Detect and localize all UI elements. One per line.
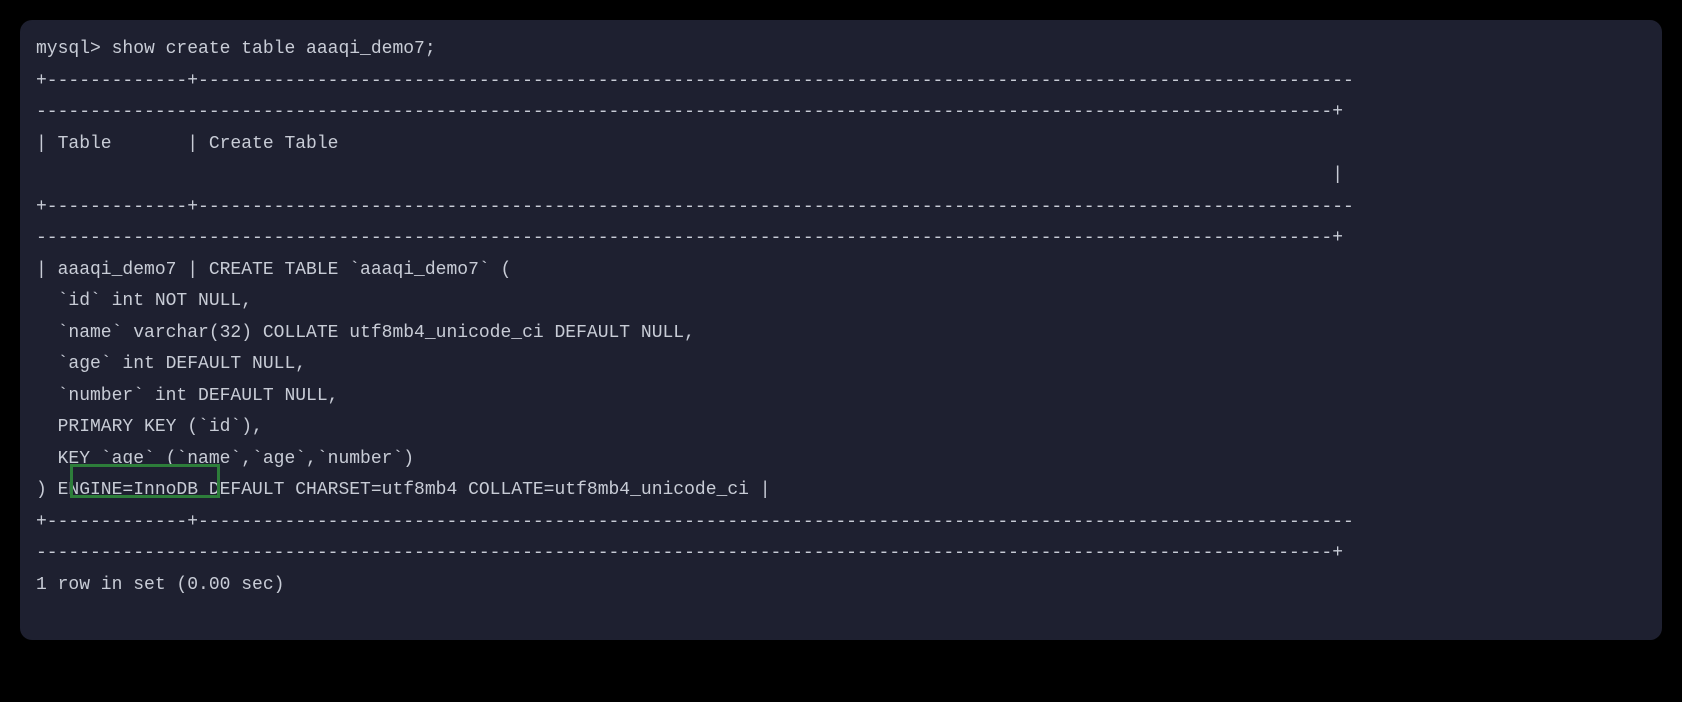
terminal-line: `name` varchar(32) COLLATE utf8mb4_unico… — [36, 318, 1646, 350]
terminal-line: ----------------------------------------… — [36, 97, 1646, 129]
terminal-line: PRIMARY KEY (`id`), — [36, 412, 1646, 444]
terminal-line: | Table | Create Table — [36, 129, 1646, 161]
terminal-line: ) ENGINE=InnoDB DEFAULT CHARSET=utf8mb4 … — [36, 475, 1646, 507]
terminal-line: mysql> show create table aaaqi_demo7; — [36, 34, 1646, 66]
terminal-line: 1 row in set (0.00 sec) — [36, 570, 1646, 602]
terminal-window[interactable]: mysql> show create table aaaqi_demo7; +-… — [20, 20, 1662, 640]
terminal-line: ----------------------------------------… — [36, 538, 1646, 570]
terminal-line: | aaaqi_demo7 | CREATE TABLE `aaaqi_demo… — [36, 255, 1646, 287]
terminal-line: `number` int DEFAULT NULL, — [36, 381, 1646, 413]
terminal-line: KEY `age` (`name`,`age`,`number`) — [36, 444, 1646, 476]
terminal-line: `id` int NOT NULL, — [36, 286, 1646, 318]
terminal-line: +-------------+-------------------------… — [36, 192, 1646, 224]
terminal-line: | — [36, 160, 1646, 192]
terminal-line: +-------------+-------------------------… — [36, 507, 1646, 539]
terminal-line: +-------------+-------------------------… — [36, 66, 1646, 98]
terminal-line: ----------------------------------------… — [36, 223, 1646, 255]
terminal-line: `age` int DEFAULT NULL, — [36, 349, 1646, 381]
